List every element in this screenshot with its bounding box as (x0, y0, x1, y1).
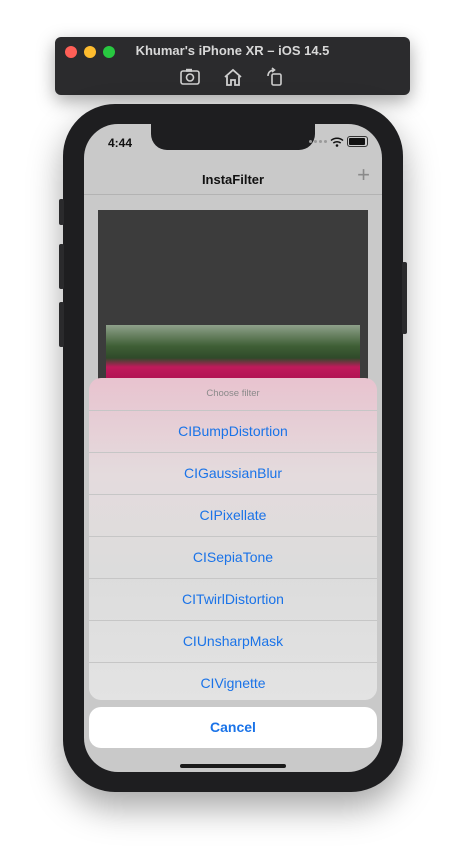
rotate-icon[interactable] (264, 67, 286, 87)
phone-screen: 4:44 InstaFilter + Choose filter CIBumpD… (84, 124, 382, 772)
volume-up-button (59, 244, 64, 289)
screenshot-icon[interactable] (179, 67, 201, 87)
filter-option-vignette[interactable]: CIVignette (89, 663, 377, 700)
iphone-frame: 4:44 InstaFilter + Choose filter CIBumpD… (59, 104, 407, 792)
home-icon[interactable] (222, 67, 244, 87)
volume-down-button (59, 302, 64, 347)
flower-photo (106, 325, 360, 385)
status-time: 4:44 (108, 136, 133, 150)
add-icon[interactable]: + (357, 164, 370, 186)
simulator-title-bar: Khumar's iPhone XR – iOS 14.5 (55, 37, 410, 95)
filter-option-sepia-tone[interactable]: CISepiaTone (89, 537, 377, 579)
simulator-title: Khumar's iPhone XR – iOS 14.5 (135, 43, 330, 58)
image-preview[interactable] (98, 210, 368, 385)
nav-separator (84, 194, 382, 195)
notch (151, 124, 315, 150)
filter-option-bump-distortion[interactable]: CIBumpDistortion (89, 411, 377, 453)
cancel-button[interactable]: Cancel (89, 707, 377, 748)
side-button (402, 262, 407, 334)
home-indicator (180, 764, 286, 768)
filter-option-pixellate[interactable]: CIPixellate (89, 495, 377, 537)
filter-option-gaussian-blur[interactable]: CIGaussianBlur (89, 453, 377, 495)
action-sheet-title: Choose filter (89, 378, 377, 411)
nav-title: InstaFilter (201, 172, 265, 187)
mute-switch (59, 199, 64, 225)
filter-option-twirl-distortion[interactable]: CITwirlDistortion (89, 579, 377, 621)
wifi-icon (330, 136, 344, 147)
filter-action-sheet: Choose filter CIBumpDistortion CIGaussia… (89, 378, 377, 700)
battery-icon (347, 136, 368, 147)
filter-option-unsharp-mask[interactable]: CIUnsharpMask (89, 621, 377, 663)
signal-icon (309, 140, 327, 143)
status-icons (309, 136, 368, 147)
